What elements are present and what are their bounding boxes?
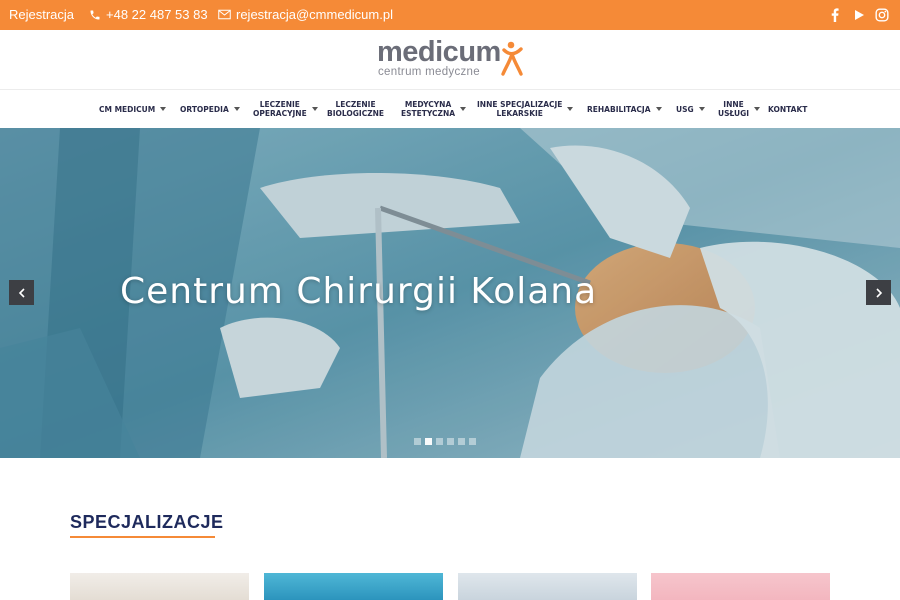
slider-dot-active[interactable]	[425, 438, 432, 445]
phone-icon	[90, 10, 100, 19]
hero-slider: Centrum Chirurgii Kolana	[0, 128, 900, 458]
instagram-icon[interactable]	[875, 8, 889, 22]
slider-dot[interactable]	[447, 438, 454, 445]
nav-item-kontakt[interactable]: KONTAKT	[768, 90, 807, 128]
nav-item-leczenie-biologiczne[interactable]: LECZENIE BIOLOGICZNE	[327, 90, 384, 128]
slider-dot[interactable]	[414, 438, 421, 445]
slider-dot[interactable]	[436, 438, 443, 445]
caret-down-icon	[160, 107, 167, 111]
nav-label-line2: ESTETYCZNA	[401, 109, 456, 118]
slider-dot[interactable]	[469, 438, 476, 445]
nav-item-leczenie-operacyjne[interactable]: LECZENIE OPERACYJNE	[253, 90, 318, 128]
heading-underline	[70, 536, 215, 538]
email-link[interactable]: rejestracja@cmmedicum.pl	[218, 7, 393, 22]
nav-label: REHABILITACJA	[587, 104, 651, 114]
nav-item-inne-uslugi[interactable]: INNE USŁUGI	[718, 90, 761, 128]
nav-item-usg[interactable]: USG	[676, 90, 705, 128]
phone-link[interactable]: +48 22 487 53 83	[89, 7, 208, 22]
caret-down-icon	[311, 107, 318, 111]
top-bar: Rejestracja +48 22 487 53 83 rejestracja…	[0, 0, 900, 30]
nav-item-inne-specjalizacje[interactable]: INNE SPECJALIZACJE LEKARSKIE	[477, 90, 574, 128]
medicum-logo[interactable]: medicum centrum medyczne	[377, 36, 527, 82]
nav-label-line1: INNE SPECJALIZACJE	[477, 100, 563, 109]
slider-dot[interactable]	[458, 438, 465, 445]
hero-title: Centrum Chirurgii Kolana	[120, 271, 598, 312]
nav-item-ortopedia[interactable]: ORTOPEDIA	[180, 90, 240, 128]
nav-item-rehabilitacja[interactable]: REHABILITACJA	[587, 90, 662, 128]
chevron-right-icon	[875, 287, 882, 298]
nav-label: KONTAKT	[768, 104, 808, 114]
email-address: rejestracja@cmmedicum.pl	[236, 7, 393, 22]
slider-pagination	[414, 438, 480, 445]
nav-label-line1: LECZENIE	[259, 100, 300, 109]
logo-tagline: centrum medyczne	[378, 66, 480, 78]
nav-label: ORTOPEDIA	[180, 104, 229, 114]
nav-label-line1: INNE	[723, 100, 744, 109]
specialization-card[interactable]	[651, 573, 830, 600]
specialization-card[interactable]	[458, 573, 637, 600]
specialization-card[interactable]	[264, 573, 443, 600]
registration-label: Rejestracja	[9, 7, 75, 22]
nav-label-line1: LECZENIE	[335, 100, 376, 109]
youtube-icon[interactable]	[853, 8, 865, 22]
mail-icon	[218, 9, 231, 20]
facebook-icon[interactable]	[830, 8, 840, 22]
nav-label-line2: LEKARSKIE	[496, 109, 543, 118]
caret-down-icon	[698, 107, 705, 111]
nav-item-cm-medicum[interactable]: CM MEDICUM	[99, 90, 167, 128]
slider-prev-button[interactable]	[9, 280, 34, 305]
nav-label-line2: USŁUGI	[718, 109, 750, 118]
nav-label-line2: BIOLOGICZNE	[327, 109, 385, 118]
nav-label: USG	[676, 104, 694, 114]
caret-down-icon	[233, 107, 240, 111]
slider-next-button[interactable]	[866, 280, 891, 305]
logo-header: medicum centrum medyczne	[0, 30, 900, 90]
caret-down-icon	[460, 107, 467, 111]
person-figure-icon	[501, 41, 523, 76]
main-navigation: CM MEDICUM ORTOPEDIA LECZENIE OPERACYJNE …	[0, 90, 900, 128]
section-heading-specjalizacje: SPECJALIZACJE	[70, 512, 224, 532]
caret-down-icon	[754, 107, 761, 111]
caret-down-icon	[655, 107, 662, 111]
nav-label-line2: OPERACYJNE	[253, 109, 307, 118]
logo-wordmark: medicum	[377, 36, 501, 68]
specialization-card[interactable]	[70, 573, 249, 600]
nav-label: CM MEDICUM	[99, 104, 156, 114]
nav-label-line1: MEDYCYNA	[404, 100, 452, 109]
registration-link[interactable]: Rejestracja	[9, 7, 74, 22]
chevron-left-icon	[18, 287, 25, 298]
phone-number: +48 22 487 53 83	[106, 7, 208, 22]
nav-item-medycyna-estetyczna[interactable]: MEDYCYNA ESTETYCZNA	[401, 90, 467, 128]
caret-down-icon	[567, 107, 574, 111]
